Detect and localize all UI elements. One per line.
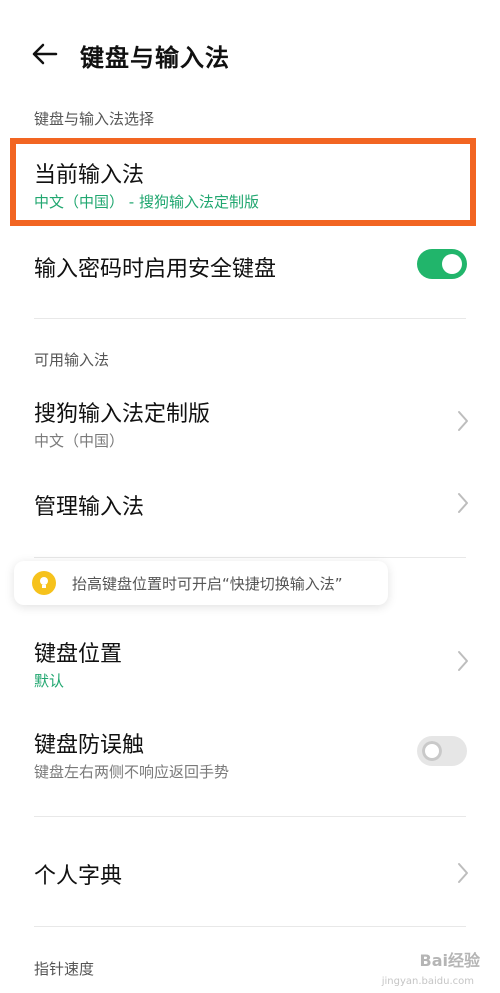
section-title-keyboard-input-select: 键盘与输入法选择 [34,110,155,128]
chevron-right-icon [458,411,468,431]
divider [34,557,466,558]
watermark-logo: Bai经验 [419,951,480,970]
divider [34,318,466,319]
toggle-knob [422,741,442,761]
anti-mistouch-toggle[interactable] [417,736,467,766]
current-input-value: 中文（中国） - 搜狗输入法定制版 [34,193,259,211]
sogou-input-title: 搜狗输入法定制版 [34,402,211,427]
divider [34,816,466,817]
anti-mistouch-sub: 键盘左右两侧不响应返回手势 [34,763,230,781]
tip-banner: 抬高键盘位置时可开启“快捷切换输入法” [14,561,388,605]
arrow-left-icon [32,43,58,65]
watermark-domain: jingyan.baidu.com [381,976,474,987]
chevron-right-icon [458,493,468,513]
keyboard-position-title: 键盘位置 [34,642,123,667]
section-title-pointer-speed: 指针速度 [34,960,95,978]
current-input-title: 当前输入法 [34,163,145,188]
keyboard-position-value: 默认 [34,672,65,690]
back-button[interactable] [24,34,64,74]
chevron-right-icon [458,651,468,671]
personal-dictionary-title: 个人字典 [34,864,123,889]
tip-text: 抬高键盘位置时可开启“快捷切换输入法” [72,575,343,593]
anti-mistouch-title: 键盘防误触 [34,733,145,758]
secure-keyboard-toggle[interactable] [417,249,467,279]
divider [34,926,466,927]
page-title: 键盘与输入法 [80,44,230,72]
chevron-right-icon [458,863,468,883]
section-title-available-inputs: 可用输入法 [34,351,110,369]
sogou-input-sub: 中文（中国） [34,432,125,450]
manage-input-title: 管理输入法 [34,495,145,520]
lightbulb-icon [32,571,56,595]
secure-keyboard-title: 输入密码时启用安全键盘 [34,257,277,282]
toggle-knob [442,254,462,274]
